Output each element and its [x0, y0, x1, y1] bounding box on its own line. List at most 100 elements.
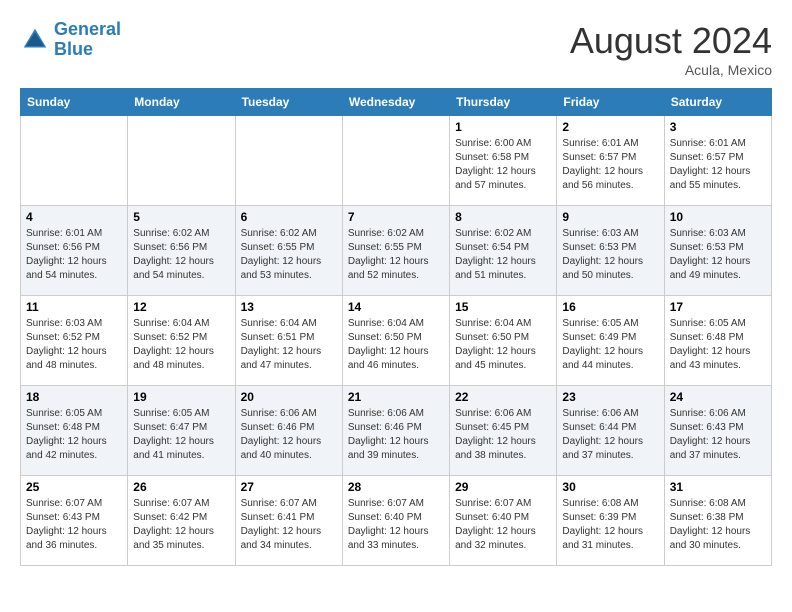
- day-number: 11: [26, 300, 122, 314]
- logo-icon: [20, 25, 50, 55]
- location: Acula, Mexico: [570, 62, 772, 78]
- day-info: Sunrise: 6:06 AM Sunset: 6:45 PM Dayligh…: [455, 407, 551, 463]
- calendar-cell: 29Sunrise: 6:07 AM Sunset: 6:40 PM Dayli…: [450, 476, 557, 566]
- day-info: Sunrise: 6:07 AM Sunset: 6:40 PM Dayligh…: [348, 497, 444, 553]
- day-header-thursday: Thursday: [450, 89, 557, 116]
- logo: General Blue: [20, 20, 121, 60]
- day-info: Sunrise: 6:02 AM Sunset: 6:55 PM Dayligh…: [241, 227, 337, 283]
- calendar-cell: 18Sunrise: 6:05 AM Sunset: 6:48 PM Dayli…: [21, 386, 128, 476]
- calendar-cell: 30 Sunrise: 6:08 AM Sunset: 6:39 PM Dayli…: [557, 476, 664, 566]
- calendar-cell: 21 Sunrise: 6:06 AM Sunset: 6:46 PM Dayli…: [342, 386, 449, 476]
- calendar-cell: 20Sunrise: 6:06 AM Sunset: 6:46 PM Dayli…: [235, 386, 342, 476]
- day-number: 27: [241, 480, 337, 494]
- week-row-5: 25 Sunrise: 6:07 AM Sunset: 6:43 PM Dayli…: [21, 476, 772, 566]
- day-number: 31: [670, 480, 766, 494]
- day-info: Sunrise: 6:01 AM Sunset: 6:56 PM Dayligh…: [26, 227, 122, 283]
- calendar-cell: 28Sunrise: 6:07 AM Sunset: 6:40 PM Dayli…: [342, 476, 449, 566]
- day-info: Sunrise: 6:04 AM Sunset: 6:50 PM Dayligh…: [348, 317, 444, 373]
- day-info: Sunrise: 6:03 AM Sunset: 6:53 PM Dayligh…: [670, 227, 766, 283]
- calendar-cell: 9 Sunrise: 6:03 AM Sunset: 6:53 PM Daylig…: [557, 206, 664, 296]
- calendar-cell: 10 Sunrise: 6:03 AM Sunset: 6:53 PM Dayli…: [664, 206, 771, 296]
- calendar-cell: 17 Sunrise: 6:05 AM Sunset: 6:48 PM Dayli…: [664, 296, 771, 386]
- day-number: 8: [455, 210, 551, 224]
- day-number: 30: [562, 480, 658, 494]
- calendar-cell: 27 Sunrise: 6:07 AM Sunset: 6:41 PM Dayli…: [235, 476, 342, 566]
- day-info: Sunrise: 6:04 AM Sunset: 6:50 PM Dayligh…: [455, 317, 551, 373]
- title-block: August 2024 Acula, Mexico: [570, 20, 772, 78]
- day-info: Sunrise: 6:08 AM Sunset: 6:39 PM Dayligh…: [562, 497, 658, 553]
- calendar-cell: 3 Sunrise: 6:01 AM Sunset: 6:57 PM Daylig…: [664, 116, 771, 206]
- day-number: 19: [133, 390, 229, 404]
- day-info: Sunrise: 6:06 AM Sunset: 6:43 PM Dayligh…: [670, 407, 766, 463]
- calendar-cell: 7 Sunrise: 6:02 AM Sunset: 6:55 PM Daylig…: [342, 206, 449, 296]
- calendar-cell: 14Sunrise: 6:04 AM Sunset: 6:50 PM Dayli…: [342, 296, 449, 386]
- calendar-cell: 26 Sunrise: 6:07 AM Sunset: 6:42 PM Dayli…: [128, 476, 235, 566]
- calendar-cell: 2Sunrise: 6:01 AM Sunset: 6:57 PM Daylig…: [557, 116, 664, 206]
- calendar-cell: 19 Sunrise: 6:05 AM Sunset: 6:47 PM Dayli…: [128, 386, 235, 476]
- calendar-cell: 1 Sunrise: 6:00 AM Sunset: 6:58 PM Daylig…: [450, 116, 557, 206]
- calendar-cell: 22 Sunrise: 6:06 AM Sunset: 6:45 PM Dayli…: [450, 386, 557, 476]
- logo-line1: General: [54, 19, 121, 39]
- day-header-tuesday: Tuesday: [235, 89, 342, 116]
- day-info: Sunrise: 6:05 AM Sunset: 6:49 PM Dayligh…: [562, 317, 658, 373]
- day-number: 22: [455, 390, 551, 404]
- day-info: Sunrise: 6:06 AM Sunset: 6:46 PM Dayligh…: [241, 407, 337, 463]
- day-number: 10: [670, 210, 766, 224]
- day-info: Sunrise: 6:06 AM Sunset: 6:44 PM Dayligh…: [562, 407, 658, 463]
- day-number: 3: [670, 120, 766, 134]
- day-info: Sunrise: 6:05 AM Sunset: 6:48 PM Dayligh…: [670, 317, 766, 373]
- day-number: 25: [26, 480, 122, 494]
- calendar-table: SundayMondayTuesdayWednesdayThursdayFrid…: [20, 88, 772, 566]
- calendar-cell: 15 Sunrise: 6:04 AM Sunset: 6:50 PM Dayli…: [450, 296, 557, 386]
- day-number: 9: [562, 210, 658, 224]
- calendar-cell: 31 Sunrise: 6:08 AM Sunset: 6:38 PM Dayli…: [664, 476, 771, 566]
- day-number: 6: [241, 210, 337, 224]
- day-info: Sunrise: 6:07 AM Sunset: 6:43 PM Dayligh…: [26, 497, 122, 553]
- day-number: 1: [455, 120, 551, 134]
- calendar-cell: [235, 116, 342, 206]
- day-info: Sunrise: 6:01 AM Sunset: 6:57 PM Dayligh…: [562, 137, 658, 193]
- day-info: Sunrise: 6:08 AM Sunset: 6:38 PM Dayligh…: [670, 497, 766, 553]
- day-info: Sunrise: 6:00 AM Sunset: 6:58 PM Dayligh…: [455, 137, 551, 193]
- day-info: Sunrise: 6:01 AM Sunset: 6:57 PM Dayligh…: [670, 137, 766, 193]
- day-info: Sunrise: 6:05 AM Sunset: 6:48 PM Dayligh…: [26, 407, 122, 463]
- day-number: 5: [133, 210, 229, 224]
- calendar-cell: 13Sunrise: 6:04 AM Sunset: 6:51 PM Dayli…: [235, 296, 342, 386]
- day-info: Sunrise: 6:07 AM Sunset: 6:42 PM Dayligh…: [133, 497, 229, 553]
- day-number: 15: [455, 300, 551, 314]
- day-info: Sunrise: 6:02 AM Sunset: 6:54 PM Dayligh…: [455, 227, 551, 283]
- month-title: August 2024: [570, 20, 772, 62]
- day-info: Sunrise: 6:05 AM Sunset: 6:47 PM Dayligh…: [133, 407, 229, 463]
- day-number: 7: [348, 210, 444, 224]
- header-row: SundayMondayTuesdayWednesdayThursdayFrid…: [21, 89, 772, 116]
- calendar-cell: 4 Sunrise: 6:01 AM Sunset: 6:56 PM Daylig…: [21, 206, 128, 296]
- day-info: Sunrise: 6:02 AM Sunset: 6:55 PM Dayligh…: [348, 227, 444, 283]
- calendar-cell: 6 Sunrise: 6:02 AM Sunset: 6:55 PM Daylig…: [235, 206, 342, 296]
- day-info: Sunrise: 6:04 AM Sunset: 6:52 PM Dayligh…: [133, 317, 229, 373]
- day-number: 21: [348, 390, 444, 404]
- day-number: 4: [26, 210, 122, 224]
- day-info: Sunrise: 6:02 AM Sunset: 6:56 PM Dayligh…: [133, 227, 229, 283]
- calendar-cell: 8 Sunrise: 6:02 AM Sunset: 6:54 PM Daylig…: [450, 206, 557, 296]
- day-info: Sunrise: 6:07 AM Sunset: 6:41 PM Dayligh…: [241, 497, 337, 553]
- day-header-friday: Friday: [557, 89, 664, 116]
- calendar-cell: 11 Sunrise: 6:03 AM Sunset: 6:52 PM Dayli…: [21, 296, 128, 386]
- calendar-cell: 12Sunrise: 6:04 AM Sunset: 6:52 PM Dayli…: [128, 296, 235, 386]
- day-number: 13: [241, 300, 337, 314]
- day-number: 26: [133, 480, 229, 494]
- day-number: 23: [562, 390, 658, 404]
- day-info: Sunrise: 6:07 AM Sunset: 6:40 PM Dayligh…: [455, 497, 551, 553]
- week-row-4: 18Sunrise: 6:05 AM Sunset: 6:48 PM Dayli…: [21, 386, 772, 476]
- day-number: 16: [562, 300, 658, 314]
- calendar-cell: [342, 116, 449, 206]
- day-header-monday: Monday: [128, 89, 235, 116]
- day-info: Sunrise: 6:06 AM Sunset: 6:46 PM Dayligh…: [348, 407, 444, 463]
- day-info: Sunrise: 6:03 AM Sunset: 6:53 PM Dayligh…: [562, 227, 658, 283]
- calendar-cell: 23 Sunrise: 6:06 AM Sunset: 6:44 PM Dayli…: [557, 386, 664, 476]
- week-row-2: 4 Sunrise: 6:01 AM Sunset: 6:56 PM Daylig…: [21, 206, 772, 296]
- calendar-cell: 25 Sunrise: 6:07 AM Sunset: 6:43 PM Dayli…: [21, 476, 128, 566]
- day-header-wednesday: Wednesday: [342, 89, 449, 116]
- day-info: Sunrise: 6:03 AM Sunset: 6:52 PM Dayligh…: [26, 317, 122, 373]
- calendar-cell: [21, 116, 128, 206]
- day-number: 17: [670, 300, 766, 314]
